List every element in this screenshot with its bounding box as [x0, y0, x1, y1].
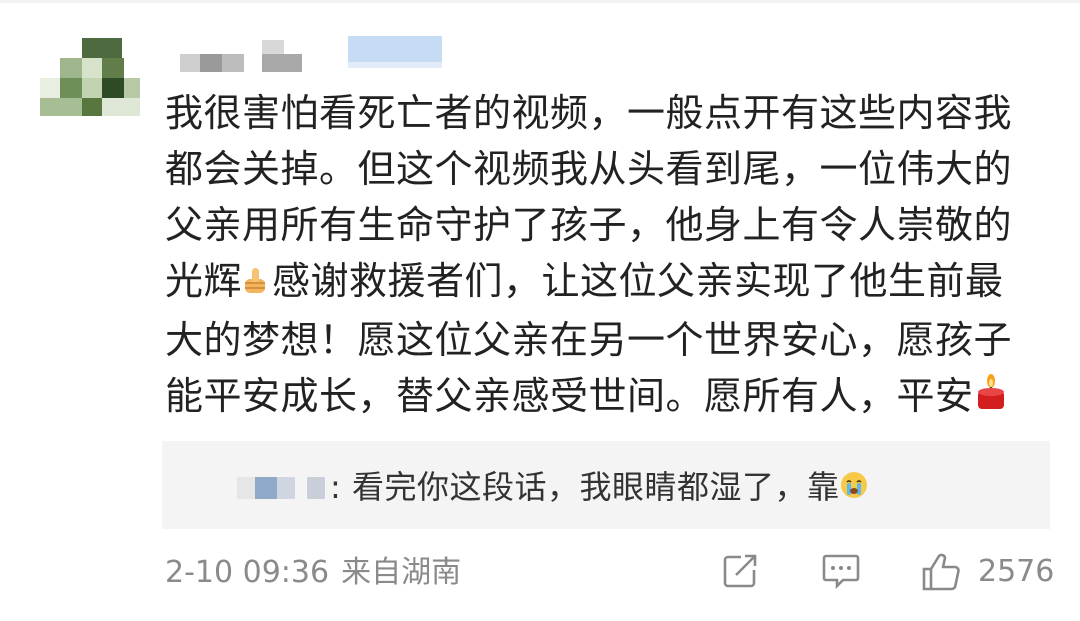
user-name[interactable]	[180, 36, 450, 76]
reply-box[interactable]: : 看完你这段话，我眼睛都湿了，靠	[162, 441, 1050, 529]
avatar[interactable]	[40, 38, 140, 116]
like-button[interactable]: 2576	[920, 551, 1054, 593]
comment-meta: 2-10 09:36 来自湖南	[165, 553, 461, 593]
reply-text: : 看完你这段话，我眼睛都湿了，靠	[330, 465, 869, 511]
comment-location: 来自湖南	[341, 555, 462, 590]
share-button[interactable]	[720, 551, 760, 595]
thumbs-up-icon	[922, 553, 960, 591]
top-divider	[0, 0, 1080, 3]
crying-face-icon	[839, 467, 869, 511]
comment-icon	[822, 554, 860, 590]
comment-date: 2-10 09:36	[165, 555, 330, 590]
comment-text: 我很害怕看死亡者的视频，一般点开有这些内容我都会关掉。但这个视频我从头看到尾，一…	[165, 85, 1035, 426]
comment-footer: 2-10 09:36 来自湖南 2576	[0, 545, 1080, 601]
like-count: 2576	[978, 554, 1055, 589]
comment-button[interactable]	[820, 551, 862, 595]
red-candle-icon	[974, 370, 1008, 426]
thumbs-up-icon	[242, 256, 272, 312]
share-icon	[723, 554, 757, 588]
reply-user-name[interactable]	[237, 477, 332, 499]
